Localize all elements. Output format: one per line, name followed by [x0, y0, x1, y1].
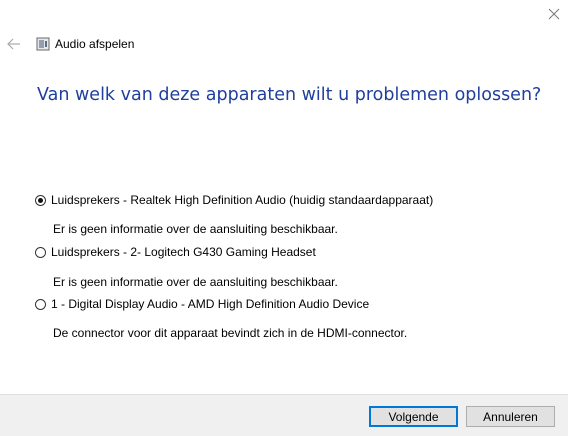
device-label: 1 - Digital Display Audio - AMD High Def…: [51, 297, 370, 311]
radio-button[interactable]: [35, 298, 46, 310]
cancel-button[interactable]: Annuleren: [466, 406, 555, 427]
window-title: Audio afspelen: [55, 37, 135, 51]
radio-button[interactable]: [35, 246, 46, 258]
device-label: Luidsprekers - 2- Logitech G430 Gaming H…: [51, 245, 316, 259]
back-arrow-icon[interactable]: [6, 36, 22, 52]
page-title: Van welk van deze apparaten wilt u probl…: [37, 85, 542, 105]
device-description: De connector voor dit apparaat bevindt z…: [53, 326, 408, 340]
device-option-realtek[interactable]: Luidsprekers - Realtek High Definition A…: [35, 193, 433, 207]
next-button-label: Volgende: [388, 409, 439, 424]
radio-button-selected[interactable]: [35, 194, 46, 206]
cancel-button-label: Annuleren: [483, 409, 538, 424]
close-icon[interactable]: [546, 6, 562, 22]
device-option-logitech[interactable]: Luidsprekers - 2- Logitech G430 Gaming H…: [35, 245, 316, 259]
device-description: Er is geen informatie over de aansluitin…: [53, 275, 338, 289]
next-button[interactable]: Volgende: [369, 406, 458, 427]
device-description: Er is geen informatie over de aansluitin…: [53, 222, 338, 236]
device-label: Luidsprekers - Realtek High Definition A…: [51, 193, 434, 207]
audio-troubleshooter-icon: [36, 37, 50, 51]
footer-bar: Volgende Annuleren: [0, 394, 568, 436]
device-option-amd[interactable]: 1 - Digital Display Audio - AMD High Def…: [35, 297, 369, 311]
